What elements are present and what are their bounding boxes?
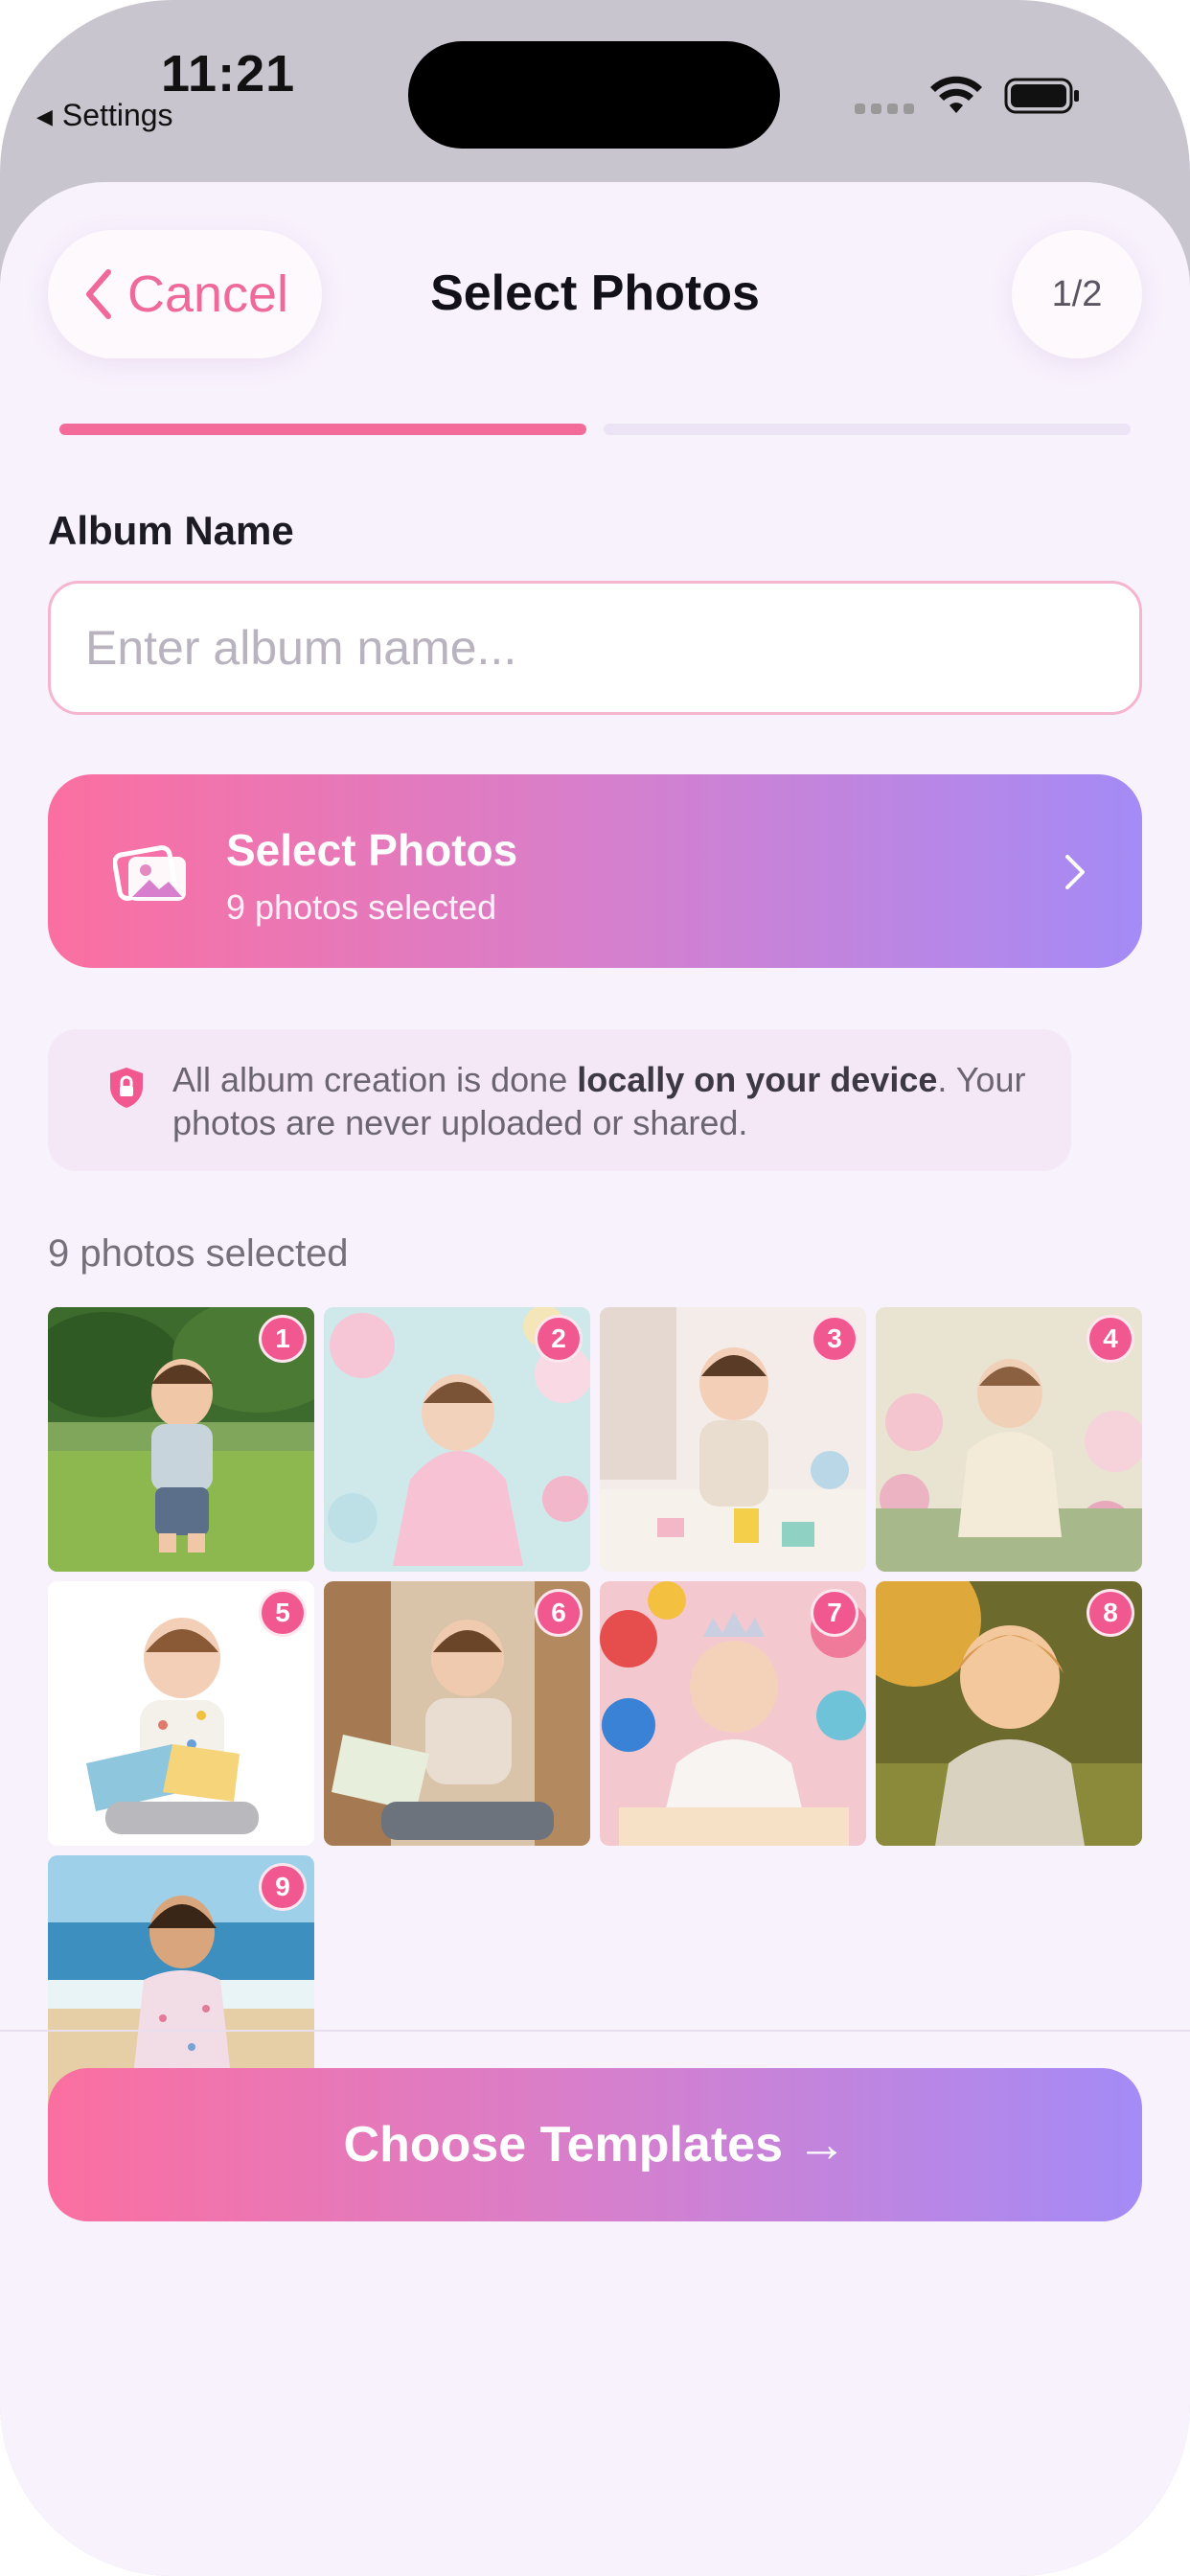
privacy-text: All album creation is done locally on yo…	[172, 1060, 1026, 1142]
privacy-notice: All album creation is done locally on yo…	[48, 1029, 1071, 1171]
photos-count-label: 9 photos selected	[48, 1232, 349, 1275]
selection-order-badge: 1	[259, 1315, 307, 1363]
choose-templates-button[interactable]: Choose Templates →	[48, 2068, 1142, 2221]
selection-order-badge: 6	[535, 1589, 583, 1637]
photo-thumbnail[interactable]: 6	[324, 1581, 590, 1846]
back-to-app-link[interactable]: ◀ Settings	[36, 98, 173, 133]
selection-order-badge: 9	[259, 1863, 307, 1911]
wifi-icon	[930, 76, 982, 113]
phone-frame: 11:21 ◀ Settings Cancel Select Photos 1/…	[0, 0, 1190, 2576]
selection-order-badge: 4	[1087, 1315, 1134, 1363]
selection-order-badge: 2	[535, 1315, 583, 1363]
progress-segment-1	[59, 424, 586, 435]
dynamic-island	[408, 41, 780, 149]
photo-thumbnail[interactable]: 5	[48, 1581, 314, 1846]
status-bar: 11:21 ◀ Settings	[0, 0, 1190, 182]
photo-thumbnail[interactable]: 8	[876, 1581, 1142, 1846]
status-time: 11:21	[161, 45, 296, 103]
album-name-label: Album Name	[48, 508, 294, 553]
photo-thumbnail[interactable]: 3	[600, 1307, 866, 1572]
step-progress-bar	[59, 424, 1131, 435]
photos-icon	[113, 845, 186, 901]
selection-order-badge: 3	[811, 1315, 858, 1363]
photo-thumbnail[interactable]: 2	[324, 1307, 590, 1572]
photo-grid: 1 2 3 4 5 6 7 8 9	[48, 1307, 1142, 2120]
chevron-right-icon	[1065, 855, 1085, 889]
cellular-signal-icon	[855, 104, 914, 114]
select-photos-subtitle: 9 photos selected	[226, 887, 497, 927]
photo-thumbnail[interactable]: 4	[876, 1307, 1142, 1572]
album-name-input[interactable]	[48, 581, 1142, 715]
nav-header: Cancel Select Photos 1/2	[0, 182, 1190, 358]
privacy-bold-text: locally on your device	[577, 1060, 938, 1099]
shield-lock-icon	[110, 1068, 143, 1108]
select-photos-button[interactable]: Select Photos 9 photos selected	[48, 774, 1142, 968]
back-app-label: Settings	[61, 98, 173, 132]
selection-order-badge: 5	[259, 1589, 307, 1637]
photo-thumbnail[interactable]: 1	[48, 1307, 314, 1572]
back-triangle-icon: ◀	[36, 104, 53, 128]
modal-sheet: Cancel Select Photos 1/2 Album Name Sele…	[0, 182, 1190, 2576]
progress-segment-2	[604, 424, 1131, 435]
footer-divider	[0, 2030, 1190, 2032]
select-photos-title: Select Photos	[226, 825, 518, 875]
step-indicator: 1/2	[1012, 230, 1142, 358]
selection-order-badge: 7	[811, 1589, 858, 1637]
photo-thumbnail[interactable]: 7	[600, 1581, 866, 1846]
battery-icon	[1004, 78, 1079, 114]
selection-order-badge: 8	[1087, 1589, 1134, 1637]
